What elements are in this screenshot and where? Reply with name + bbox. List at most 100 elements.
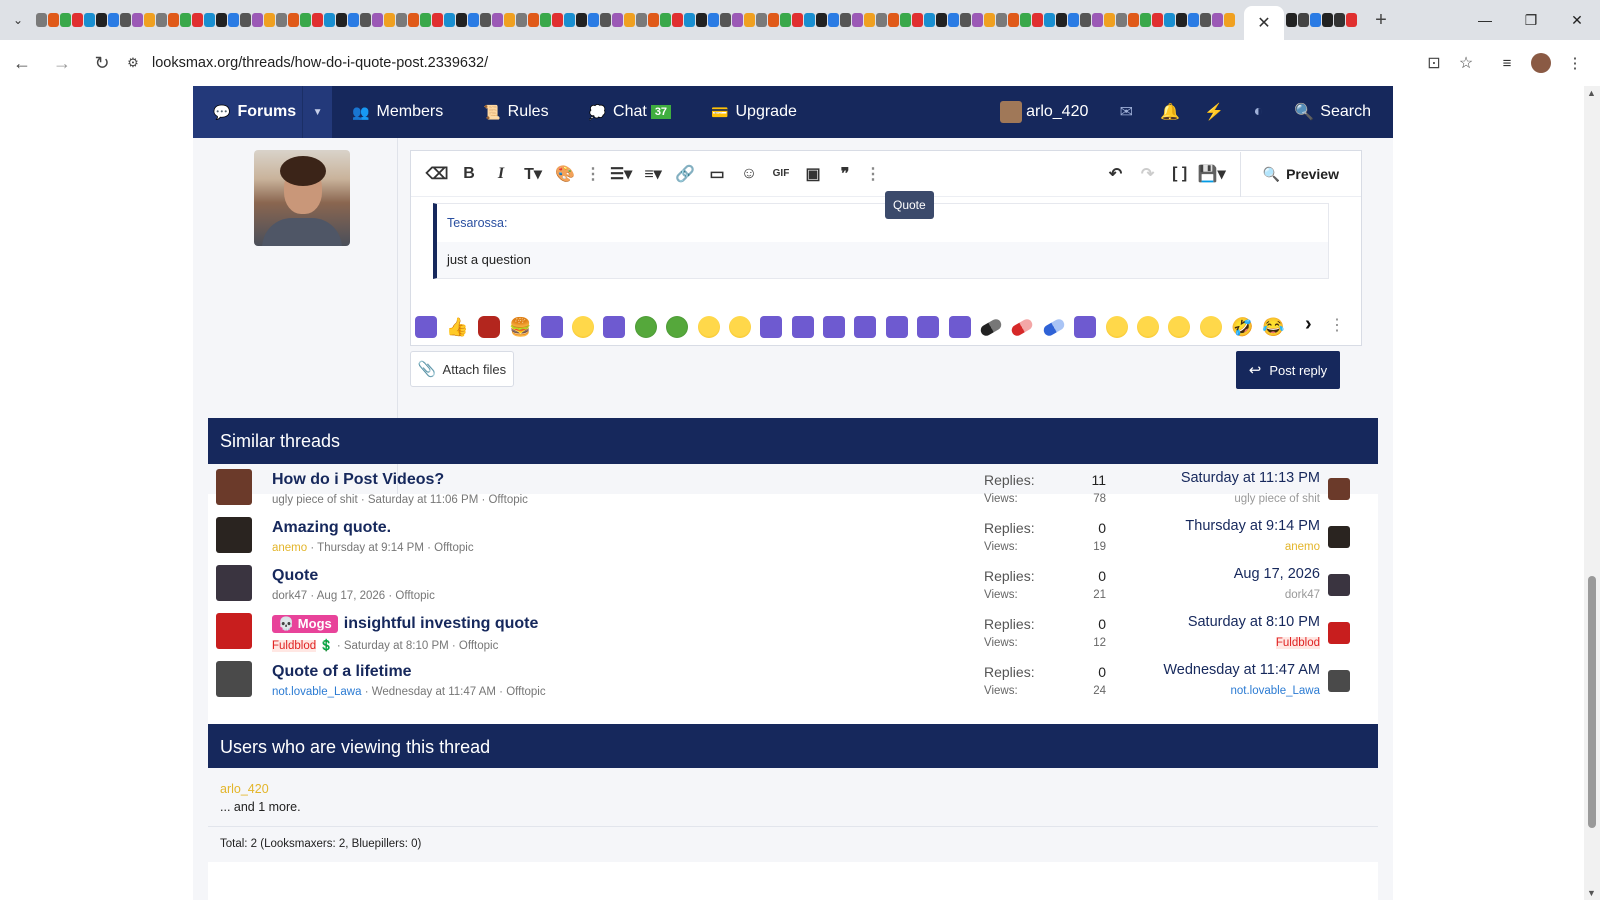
tab-favicon[interactable] [708,13,719,27]
emoji-button[interactable] [728,316,751,338]
tab-favicon[interactable] [168,13,179,27]
media-controls-icon[interactable]: ≡ [1490,55,1524,72]
last-poster-link[interactable]: not.lovable_Lawa [1230,685,1320,697]
tab-favicon[interactable] [576,13,587,27]
tab-favicon[interactable] [1068,13,1079,27]
tab-favicon[interactable] [96,13,107,27]
tab-favicon[interactable] [192,13,203,27]
nav-rules[interactable]: 📜 Rules [463,86,568,138]
tab-favicon[interactable] [804,13,815,27]
tab-favicon[interactable] [852,13,863,27]
emoji-button[interactable] [1199,316,1222,338]
undo-icon[interactable]: ↶ [1100,164,1132,184]
tab-favicon[interactable] [480,13,491,27]
emoji-button[interactable] [697,316,720,338]
scroll-up-icon[interactable]: ▲ [1587,88,1596,98]
list-icon[interactable]: ☰▾ [605,164,637,184]
align-icon[interactable]: ≡▾ [637,164,669,184]
tab-favicon[interactable] [1286,13,1297,27]
tab-favicon[interactable] [1322,13,1333,27]
tab-favicon[interactable] [1032,13,1043,27]
quote-icon[interactable]: ❞ [829,164,861,184]
thread-author-avatar[interactable] [216,517,252,553]
tab-favicon[interactable] [228,13,239,27]
tab-favicon[interactable] [876,13,887,27]
tab-favicon[interactable] [1056,13,1067,27]
emoji-button[interactable] [978,316,1004,338]
tab-favicon[interactable] [360,13,371,27]
tab-favicon[interactable] [732,13,743,27]
tab-favicon[interactable] [180,13,191,27]
tab-favicon[interactable] [1116,13,1127,27]
emoji-more-icon[interactable]: ⋮ [1329,315,1345,335]
tab-favicon[interactable] [840,13,851,27]
tab-favicon[interactable] [996,13,1007,27]
last-poster-avatar[interactable] [1328,670,1350,692]
scroll-down-icon[interactable]: ▼ [1587,888,1596,898]
tab-favicon[interactable] [204,13,215,27]
more-insert-icon[interactable]: ⋮ [861,164,885,184]
tab-favicon[interactable] [672,13,683,27]
tab-favicon[interactable] [792,13,803,27]
tab-favicon[interactable] [1334,13,1345,27]
tab-favicon[interactable] [612,13,623,27]
italic-icon[interactable]: I [485,165,517,183]
tab-favicon[interactable] [636,13,647,27]
tab-favicon[interactable] [744,13,755,27]
attach-files-button[interactable]: 📎 Attach files [410,351,514,387]
account-menu[interactable]: arlo_420 [984,101,1104,123]
tab-favicon[interactable] [888,13,899,27]
tab-favicon[interactable] [1080,13,1091,27]
tab-favicon[interactable] [972,13,983,27]
thread-author-link[interactable]: dork47 [272,590,307,602]
tab-favicon[interactable] [720,13,731,27]
tab-favicon[interactable] [660,13,671,27]
tab-favicon[interactable] [1310,13,1321,27]
gif-icon[interactable]: GIF [765,168,797,179]
bookmark-star-icon[interactable]: ☆ [1450,53,1482,73]
tab-favicon[interactable] [768,13,779,27]
alerts-bell-icon[interactable]: 🔔 [1148,86,1192,138]
emoji-button[interactable]: 🤣 [1231,316,1253,338]
site-info-icon[interactable]: ⚙ [118,55,148,71]
tab-favicon[interactable] [960,13,971,27]
text-size-icon[interactable]: T▾ [517,164,549,184]
emoji-button[interactable]: 👍 [446,316,468,338]
tab-favicon[interactable] [264,13,275,27]
tab-favicon[interactable] [144,13,155,27]
thread-author-avatar[interactable] [216,469,252,505]
reply-avatar[interactable] [254,150,350,246]
tab-favicon[interactable] [1298,13,1309,27]
profile-avatar[interactable] [1531,53,1551,73]
nav-chat[interactable]: 💭 Chat 37 [569,86,691,138]
emoji-button[interactable] [885,316,908,338]
emoji-button[interactable] [1168,316,1191,338]
last-poster-link[interactable]: dork47 [1285,589,1320,601]
tab-favicon[interactable] [408,13,419,27]
emoji-button[interactable] [1136,316,1159,338]
link-icon[interactable]: 🔗 [669,164,701,184]
emoji-button[interactable] [571,316,594,338]
emoji-button[interactable] [948,316,971,338]
tab-favicon[interactable] [624,13,635,27]
tab-favicon[interactable] [156,13,167,27]
emoji-button[interactable] [477,316,500,338]
last-poster-link[interactable]: ugly piece of shit [1234,493,1320,505]
emoji-button[interactable] [1010,316,1035,338]
emoji-button[interactable] [823,316,846,338]
viewer-username[interactable]: arlo_420 [220,782,269,796]
tab-favicon[interactable] [468,13,479,27]
tab-favicon[interactable] [516,13,527,27]
last-poster-avatar[interactable] [1328,622,1350,644]
emoji-button[interactable] [1105,316,1128,338]
emoji-button[interactable] [854,316,877,338]
tab-favicon[interactable] [1224,13,1235,27]
tab-favicon[interactable] [924,13,935,27]
tab-favicon[interactable] [1164,13,1175,27]
tab-favicon[interactable] [300,13,311,27]
post-reply-button[interactable]: ↩ Post reply [1236,351,1340,389]
tab-favicon[interactable] [504,13,515,27]
last-post-date[interactable]: Wednesday at 11:47 AM [1163,662,1320,678]
nav-members[interactable]: 👥 Members [332,86,463,138]
search-button[interactable]: 🔍 Search [1280,102,1393,122]
